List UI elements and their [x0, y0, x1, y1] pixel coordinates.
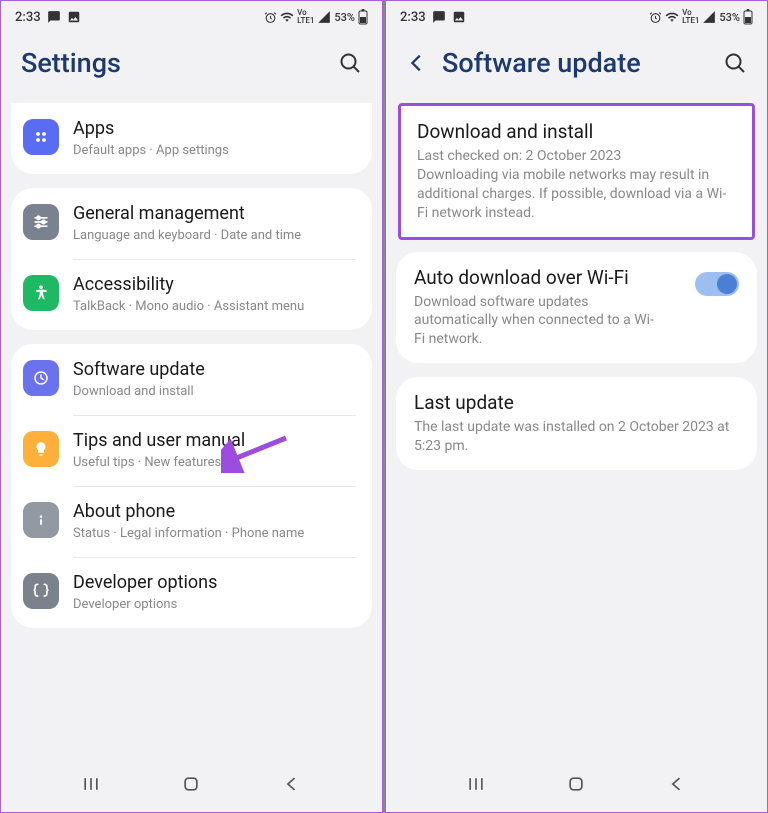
last-update-item[interactable]: Last update The last update was installe… — [396, 377, 757, 470]
chat-icon — [47, 10, 61, 24]
item-title: Accessibility — [73, 273, 356, 296]
phone-left: 2:33 VoLTE1 53% Settings Apps — [0, 0, 383, 813]
nav-bar — [1, 760, 382, 812]
item-title: Software update — [73, 358, 356, 381]
update-icon — [23, 360, 59, 396]
item-subtitle: Download and install — [73, 383, 356, 401]
item-subtitle-line1: Last checked on: 2 October 2023 — [417, 147, 736, 166]
wifi-icon — [280, 10, 294, 24]
lightbulb-icon — [23, 431, 59, 467]
last-update-card: Last update The last update was installe… — [396, 377, 757, 470]
item-subtitle: Developer options — [73, 596, 356, 614]
status-time: 2:33 — [15, 10, 41, 25]
item-subtitle: Download software updates automatically … — [414, 293, 654, 350]
settings-list: Apps Default apps · App settings General… — [1, 103, 382, 760]
page-title: Software update — [442, 47, 709, 79]
item-title: General management — [73, 202, 356, 225]
item-subtitle: Default apps · App settings — [73, 142, 356, 160]
image-icon — [452, 10, 466, 24]
item-title: Auto download over Wi-Fi — [414, 266, 683, 289]
settings-item-apps[interactable]: Apps Default apps · App settings — [11, 103, 372, 174]
alarm-icon — [649, 11, 662, 24]
auto-download-toggle[interactable] — [695, 272, 739, 296]
settings-item-general[interactable]: General management Language and keyboard… — [11, 188, 372, 259]
status-network-text: VoLTE1 — [682, 9, 699, 25]
nav-home[interactable] — [181, 774, 201, 794]
chat-icon — [432, 10, 446, 24]
signal-icon — [702, 10, 716, 24]
settings-item-tips[interactable]: Tips and user manual Useful tips · New f… — [11, 415, 372, 486]
item-subtitle: The last update was installed on 2 Octob… — [414, 418, 739, 456]
status-battery: 53% — [719, 11, 740, 24]
item-subtitle-line2: Downloading via mobile networks may resu… — [417, 166, 736, 223]
settings-header: Settings — [1, 29, 382, 103]
search-button[interactable] — [723, 51, 747, 75]
item-subtitle: Status · Legal information · Phone name — [73, 525, 356, 543]
item-title: Tips and user manual — [73, 429, 356, 452]
item-title: About phone — [73, 500, 356, 523]
download-install-highlighted: Download and install Last checked on: 2 … — [398, 103, 755, 240]
sliders-icon — [23, 204, 59, 240]
accessibility-icon — [23, 275, 59, 311]
item-title: Developer options — [73, 571, 356, 594]
status-battery: 53% — [334, 11, 355, 24]
page-title: Settings — [21, 47, 324, 79]
signal-icon — [317, 10, 331, 24]
alarm-icon — [264, 11, 277, 24]
search-button[interactable] — [338, 51, 362, 75]
status-bar: 2:33 VoLTE1 53% — [1, 1, 382, 29]
settings-group: Software update Download and install Tip… — [11, 344, 372, 628]
item-title: Last update — [414, 391, 739, 414]
nav-bar — [386, 760, 767, 812]
item-subtitle: TalkBack · Mono audio · Assistant menu — [73, 298, 356, 316]
software-update-header: Software update — [386, 29, 767, 103]
nav-recents[interactable] — [81, 774, 101, 794]
status-time: 2:33 — [400, 10, 426, 25]
back-button[interactable] — [406, 52, 428, 74]
settings-item-developer[interactable]: Developer options Developer options — [11, 557, 372, 628]
phone-right: 2:33 VoLTE1 53% Software update Download… — [385, 0, 768, 813]
auto-download-item[interactable]: Auto download over Wi-Fi Download softwa… — [396, 252, 757, 364]
nav-back[interactable] — [282, 774, 302, 794]
auto-download-card: Auto download over Wi-Fi Download softwa… — [396, 252, 757, 364]
settings-item-software-update[interactable]: Software update Download and install — [11, 344, 372, 415]
status-network-text: VoLTE1 — [297, 9, 314, 25]
status-bar: 2:33 VoLTE1 53% — [386, 1, 767, 29]
item-title: Apps — [73, 117, 356, 140]
image-icon — [67, 10, 81, 24]
nav-back[interactable] — [667, 774, 687, 794]
wifi-icon — [665, 10, 679, 24]
settings-group: Apps Default apps · App settings — [11, 103, 372, 174]
battery-icon — [358, 9, 368, 25]
apps-icon — [23, 119, 59, 155]
settings-item-about[interactable]: About phone Status · Legal information ·… — [11, 486, 372, 557]
download-install-item[interactable]: Download and install Last checked on: 2 … — [401, 106, 752, 237]
info-icon — [23, 502, 59, 538]
software-update-content: Download and install Last checked on: 2 … — [386, 103, 767, 760]
item-subtitle: Language and keyboard · Date and time — [73, 227, 356, 245]
item-subtitle: Useful tips · New features — [73, 454, 356, 472]
nav-recents[interactable] — [466, 774, 486, 794]
nav-home[interactable] — [566, 774, 586, 794]
settings-item-accessibility[interactable]: Accessibility TalkBack · Mono audio · As… — [11, 259, 372, 330]
braces-icon — [23, 573, 59, 609]
settings-group: General management Language and keyboard… — [11, 188, 372, 330]
item-title: Download and install — [417, 120, 736, 143]
battery-icon — [743, 9, 753, 25]
